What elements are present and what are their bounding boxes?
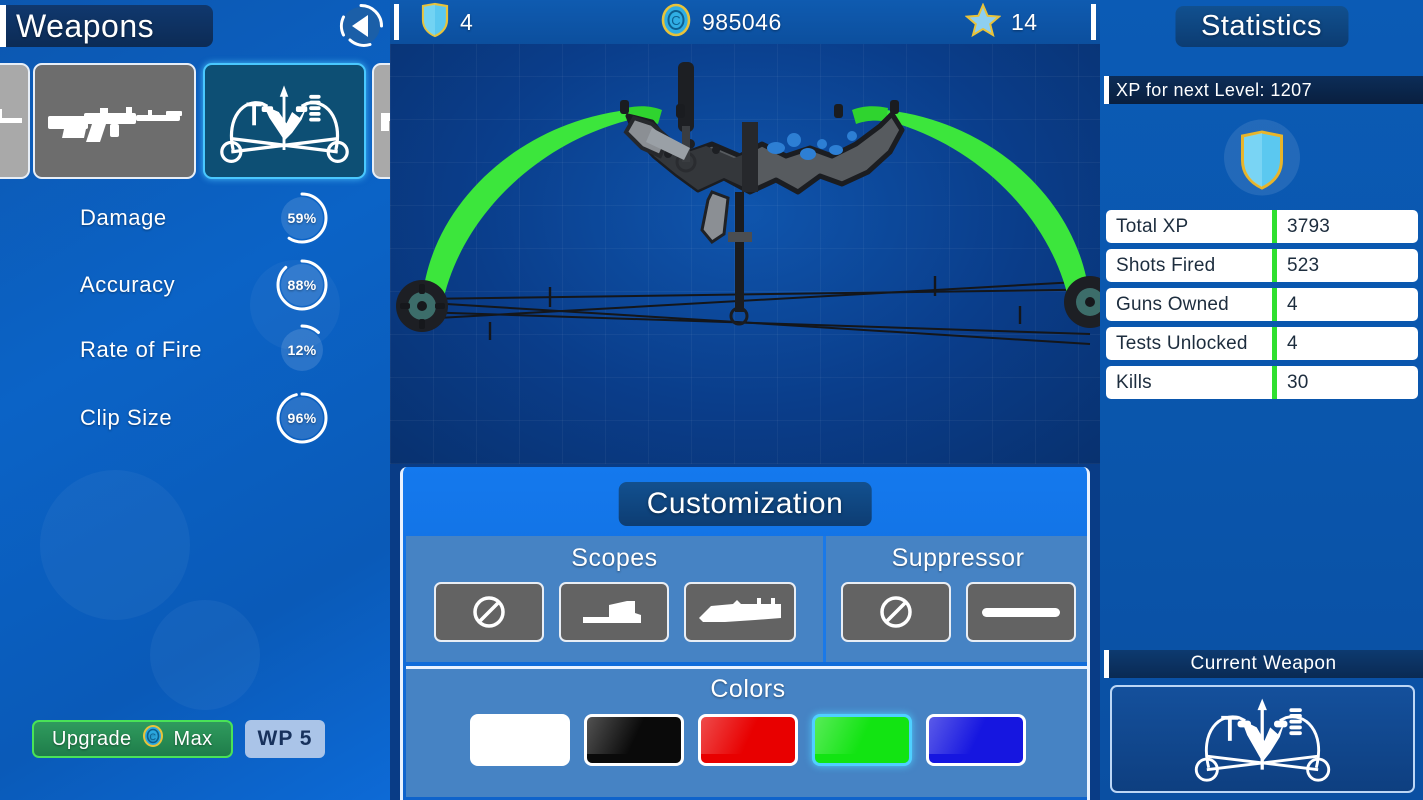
weapon-tab-compound-bow[interactable] [203,63,366,179]
bg-glow [150,600,260,710]
weapon-render [390,44,1131,464]
weapon-tab-handgun[interactable] [372,63,390,179]
stat-value: 4 [1287,332,1298,354]
color-swatch-red[interactable] [698,714,798,766]
red-dot-scope-icon[interactable] [558,582,669,642]
back-arrow-icon[interactable] [337,2,385,50]
stat-key: Guns Owned [1116,293,1229,315]
stat-key: Kills [1116,371,1152,393]
coin-icon: C [142,725,164,753]
bg-glow [40,470,190,620]
stat-value: 30 [1287,371,1309,393]
game-screen: Weapons Damage 59% Accuracy 88% Rate of … [0,0,1423,800]
star-value: 14 [1011,8,1038,35]
page-title-label: Weapons [16,7,155,44]
weapon-stat-label: Accuracy [80,272,176,297]
weapon-stat-label: Rate of Fire [80,337,203,362]
upgrade-cost: Max [173,727,213,750]
weapon-stat-row: Accuracy 88% [0,255,330,315]
stat-value: 3793 [1287,215,1331,237]
rate-of-fire-value: 12% [287,342,317,358]
scopes-heading: Scopes [571,544,658,572]
table-row: Tests Unlocked 4 [1106,327,1418,360]
scopes-group: Scopes [406,536,823,662]
current-weapon-title: Current Weapon [1104,650,1423,678]
star-currency: 14 [964,1,1038,42]
current-weapon-label: Current Weapon [1190,653,1337,674]
weapon-carousel[interactable] [0,63,390,183]
page-title: Weapons [0,5,213,47]
upgrade-label: Upgrade [52,727,132,750]
xp-shield-progress [1214,110,1309,210]
stat-key: Total XP [1116,215,1189,237]
svg-text:C: C [149,732,156,742]
shield-currency: 4 [420,2,473,43]
weapon-stat-row: Rate of Fire 12% [0,320,330,380]
weapon-preview-section: 4 C 985046 14 Customization Scopes Suppr… [390,0,1131,800]
shield-icon [420,2,450,43]
compound-bow-icon [1145,689,1380,790]
upgrade-button[interactable]: Upgrade C Max [32,720,233,758]
color-swatch-list[interactable] [406,714,1087,766]
accuracy-dial: 88% [274,257,330,313]
statistics-panel: Statistics XP for next Level: 1207 Total… [1100,0,1423,800]
weapon-stat-label: Clip Size [80,405,173,430]
weapon-points-badge[interactable]: WP 5 [244,720,326,758]
customization-title: Customization [618,482,872,526]
coin-value: 985046 [702,8,782,35]
upgrade-row: Upgrade C Max WP 5 [32,720,326,758]
stat-value: 523 [1287,254,1320,276]
shield-value: 4 [460,8,474,35]
star-icon [964,1,1002,42]
coin-currency: C 985046 [660,2,782,43]
long-scope-icon[interactable] [683,582,796,642]
color-swatch-green[interactable] [812,714,912,766]
accuracy-value: 88% [287,277,317,293]
table-row: Guns Owned 4 [1106,288,1418,321]
table-row: Kills 30 [1106,366,1418,399]
suppressor-group: Suppressor [823,536,1087,662]
color-swatch-blue[interactable] [926,714,1026,766]
stat-key: Shots Fired [1116,254,1216,276]
currency-bar: 4 C 985046 14 [390,0,1100,44]
rate-of-fire-dial: 12% [274,322,330,378]
current-weapon-preview [1110,685,1415,793]
no-scope-icon[interactable] [433,582,544,642]
table-row: Total XP 3793 [1106,210,1418,243]
weapons-panel: Weapons Damage 59% Accuracy 88% Rate of … [0,0,390,800]
color-swatch-black[interactable] [584,714,684,766]
colors-group: Colors [406,666,1087,797]
weapon-stat-row: Clip Size 96% [0,388,330,448]
clip-size-value: 96% [287,410,317,426]
clip-size-dial: 96% [274,390,330,446]
customization-panel: Customization Scopes Suppressor Colors [400,467,1090,800]
color-swatch-white[interactable] [470,714,570,766]
svg-text:C: C [671,13,680,28]
stat-key: Tests Unlocked [1116,332,1248,354]
weapon-stat-label: Damage [80,205,167,230]
suppressor-heading: Suppressor [891,544,1025,572]
modifications-bar: Scopes Suppressor [406,536,1087,662]
weapon-tab-assault-rifle[interactable] [33,63,196,179]
no-suppressor-icon[interactable] [840,582,951,642]
weapon-tab-pistol[interactable] [0,63,30,179]
damage-value: 59% [287,210,317,226]
xp-next-level-bar: XP for next Level: 1207 [1104,76,1423,104]
table-row: Shots Fired 523 [1106,249,1418,282]
suppressor-bar-icon[interactable] [965,582,1076,642]
weapon-stat-row: Damage 59% [0,188,330,248]
xp-next-level-label: XP for next Level: 1207 [1116,79,1312,100]
statistics-title: Statistics [1174,6,1349,47]
coin-icon: C [660,2,692,43]
stat-value: 4 [1287,293,1298,315]
damage-dial: 59% [274,190,330,246]
statistics-table: Total XP 3793 Shots Fired 523 Guns Owned… [1106,210,1418,405]
shield-icon [1240,130,1283,190]
colors-heading: Colors [710,675,786,703]
